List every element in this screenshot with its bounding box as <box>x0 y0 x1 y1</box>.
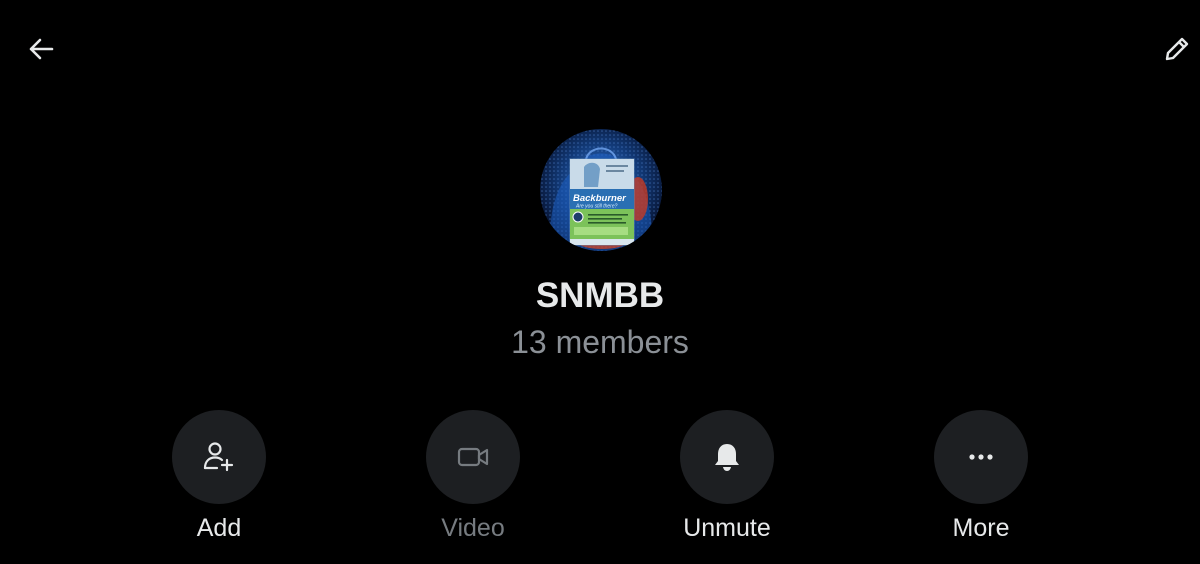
avatar-brand-text: Backburner <box>573 193 627 204</box>
video-camera-icon <box>457 447 489 467</box>
back-button[interactable] <box>22 30 60 68</box>
unmute-label: Unmute <box>683 514 771 542</box>
add-person-icon <box>203 442 234 472</box>
add-action[interactable]: Add <box>149 410 289 543</box>
more-button[interactable] <box>934 410 1028 504</box>
bell-icon <box>715 444 739 471</box>
group-info-screen: Backburner Are you still there? SNMBB 13… <box>0 0 1200 564</box>
video-button[interactable] <box>426 410 520 504</box>
avatar-tagline-text: Are you still there? <box>575 204 618 210</box>
more-action[interactable]: More <box>911 410 1051 543</box>
video-action[interactable]: Video <box>403 410 543 543</box>
more-dots-icon <box>969 454 993 460</box>
more-label: More <box>952 514 1010 542</box>
edit-button[interactable] <box>1158 30 1196 68</box>
video-label: Video <box>441 514 505 542</box>
group-avatar[interactable]: Backburner Are you still there? <box>540 129 662 251</box>
member-count[interactable]: 13 members <box>0 324 1200 361</box>
group-name: SNMBB <box>535 276 665 315</box>
unmute-button[interactable] <box>680 410 774 504</box>
pencil-icon <box>1165 37 1189 61</box>
add-button[interactable] <box>172 410 266 504</box>
unmute-action[interactable]: Unmute <box>657 410 797 543</box>
arrow-left-icon <box>29 38 54 60</box>
add-label: Add <box>196 514 242 542</box>
avatar-image: Backburner Are you still there? <box>540 129 662 251</box>
